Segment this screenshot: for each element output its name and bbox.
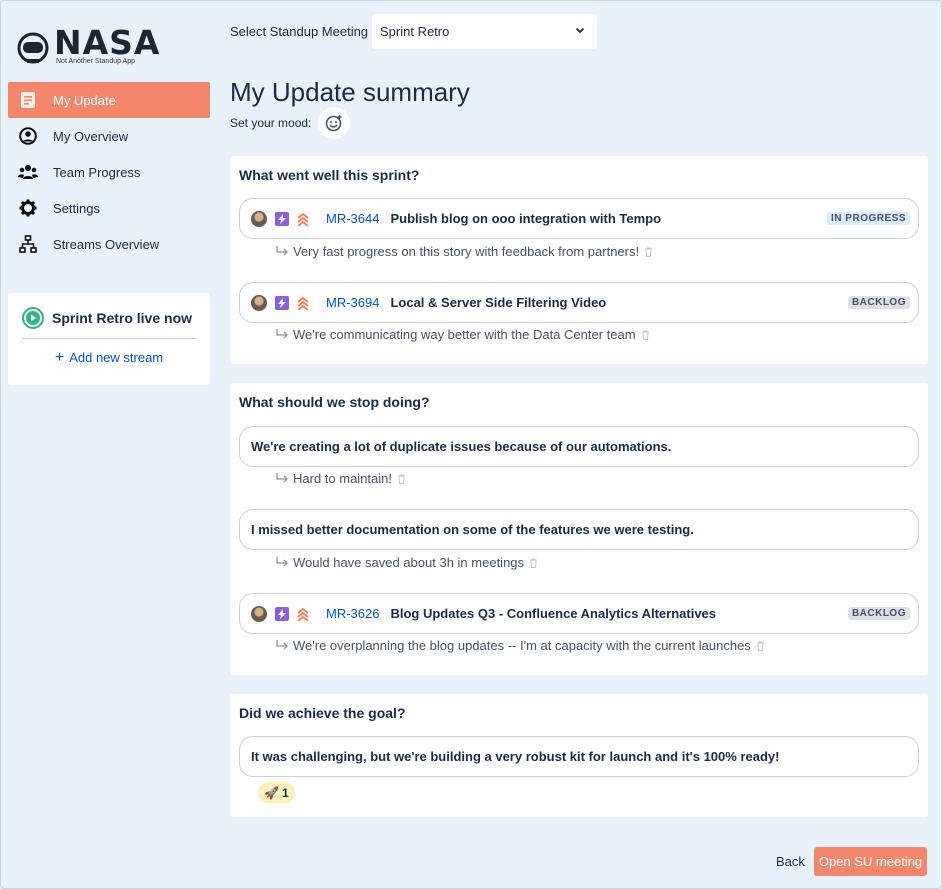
mood-label: Set your mood: (230, 116, 312, 130)
comment-row: Very fast progress on this story with fe… (275, 244, 653, 259)
avatar (251, 605, 267, 622)
section-achieve-goal: Did we achieve the goal? It was challeng… (230, 694, 928, 817)
comment-row: We're communicating way better with the … (275, 327, 650, 342)
feedback-text: We're creating a lot of duplicate issues… (251, 439, 672, 454)
issue-card[interactable]: MR-3626 Blog Updates Q3 - Confluence Ana… (239, 593, 919, 634)
sidebar-item-my-overview[interactable]: My Overview (8, 118, 210, 154)
issue-key-link[interactable]: MR-3626 (326, 606, 379, 621)
reply-arrow-icon (276, 472, 288, 482)
divider (22, 338, 196, 339)
meeting-select[interactable]: Sprint Retro (372, 14, 597, 49)
section-went-well: What went well this sprint? MR-3644 Publ… (230, 156, 928, 364)
hierarchy-icon (18, 234, 38, 254)
status-badge: BACKLOG (847, 296, 910, 309)
live-stream-title: Sprint Retro live now (52, 310, 193, 326)
section-title: Did we achieve the goal? (239, 705, 406, 721)
status-badge: IN PROGRESS (827, 212, 910, 225)
document-icon (18, 90, 38, 110)
reaction-badge[interactable]: 🚀 1 (258, 782, 295, 803)
avatar (251, 210, 267, 227)
issue-card[interactable]: MR-3694 Local & Server Side Filtering Vi… (239, 282, 919, 323)
comment-text: We're communicating way better with the … (293, 327, 636, 342)
epic-icon (275, 606, 289, 621)
logo-word: NASA (54, 23, 161, 62)
sidebar-item-label: My Update (53, 92, 116, 108)
smiley-add-icon (325, 115, 342, 132)
issue-key-link[interactable]: MR-3694 (326, 295, 379, 310)
priority-highest-icon (297, 607, 309, 621)
live-stream-card: Sprint Retro live now + Add new stream (8, 293, 210, 385)
sidebar-item-streams-overview[interactable]: Streams Overview (8, 226, 210, 262)
sidebar-item-label: Settings (53, 200, 100, 216)
issue-card[interactable]: MR-3644 Publish blog on ooo integration … (239, 198, 919, 239)
mood-button[interactable] (318, 107, 350, 139)
reply-arrow-icon (276, 328, 288, 338)
trash-icon[interactable] (529, 558, 538, 568)
reaction-count: 1 (281, 785, 289, 800)
add-stream-link[interactable]: + Add new stream (8, 349, 210, 366)
status-badge: BACKLOG (847, 607, 910, 620)
issue-title: Publish blog on ooo integration with Tem… (390, 211, 662, 226)
feedback-card[interactable]: We're creating a lot of duplicate issues… (239, 426, 919, 467)
feedback-card[interactable]: I missed better documentation on some of… (239, 509, 919, 550)
reply-arrow-icon (276, 245, 288, 255)
feedback-text: It was challenging, but we're building a… (251, 749, 780, 764)
plus-icon: + (54, 349, 65, 366)
sidebar-item-label: Streams Overview (53, 236, 160, 252)
reply-arrow-icon (276, 556, 288, 566)
rocket-icon: 🚀 (264, 785, 279, 800)
sidebar-item-my-update[interactable]: My Update (8, 82, 210, 118)
sidebar-nav: My Update My Overview Team Progress Sett… (8, 82, 210, 262)
sidebar-item-settings[interactable]: Settings (8, 190, 210, 226)
comment-row: Would have saved about 3h in meetings (275, 555, 538, 570)
comment-text: Hard to maintain! (293, 471, 392, 486)
meeting-select-value: Sprint Retro (380, 24, 450, 39)
comment-text: We're overplanning the blog updates -- I… (293, 638, 751, 653)
comment-text: Would have saved about 3h in meetings (293, 555, 525, 570)
helmet-icon (17, 32, 49, 63)
open-meeting-button[interactable]: Open SU meeting (814, 847, 927, 876)
reply-arrow-icon (276, 639, 288, 649)
sidebar-item-label: Team Progress (53, 164, 141, 180)
chevron-down-icon (575, 27, 585, 34)
section-title: What went well this sprint? (239, 167, 420, 183)
app-logo: NASA Not Another Standup App (16, 23, 161, 65)
meeting-select-label: Select Standup Meeting (230, 24, 369, 39)
comment-row: Hard to maintain! (275, 471, 406, 486)
trash-icon[interactable] (644, 247, 653, 257)
feedback-card[interactable]: It was challenging, but we're building a… (239, 736, 919, 777)
avatar (251, 294, 267, 311)
priority-highest-icon (297, 296, 309, 310)
sidebar-item-team-progress[interactable]: Team Progress (8, 154, 210, 190)
back-button[interactable]: Back (770, 852, 811, 871)
user-circle-icon (18, 126, 38, 146)
sidebar-item-label: My Overview (53, 128, 129, 144)
epic-icon (275, 211, 289, 226)
epic-icon (275, 295, 289, 310)
play-icon[interactable] (22, 307, 44, 329)
page-title: My Update summary (230, 77, 470, 107)
add-stream-label: Add new stream (69, 350, 164, 365)
section-stop-doing: What should we stop doing? We're creatin… (230, 383, 928, 675)
issue-title: Blog Updates Q3 - Confluence Analytics A… (390, 606, 717, 621)
trash-icon[interactable] (397, 474, 406, 484)
section-title: What should we stop doing? (239, 394, 430, 410)
trash-icon[interactable] (641, 330, 650, 340)
comment-text: Very fast progress on this story with fe… (293, 244, 640, 259)
issue-title: Local & Server Side Filtering Video (390, 295, 607, 310)
trash-icon[interactable] (756, 641, 765, 651)
comment-row: We're overplanning the blog updates -- I… (275, 638, 765, 653)
feedback-text: I missed better documentation on some of… (251, 522, 694, 537)
issue-key-link[interactable]: MR-3644 (326, 211, 379, 226)
priority-highest-icon (297, 212, 309, 226)
gear-icon (18, 198, 38, 218)
team-icon (18, 162, 38, 182)
